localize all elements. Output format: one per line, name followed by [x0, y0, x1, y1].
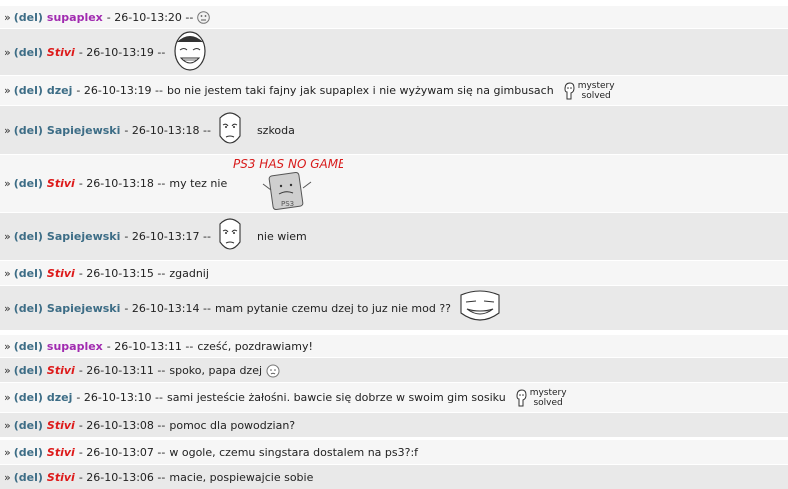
delete-link[interactable]: (del) — [14, 267, 43, 280]
message-text: szkoda — [256, 123, 295, 137]
message-text: macie, pospiewajcie sobie — [169, 470, 314, 484]
neutral-smiley-icon — [197, 10, 211, 24]
row-arrow: » — [4, 123, 11, 137]
chat-row: » (del) Sapiejewski - 26-10-13:17 -- nie… — [0, 213, 788, 260]
troll-face-icon — [457, 289, 503, 328]
row-arrow: » — [4, 177, 11, 190]
message-text: cześć, pozdrawiamy! — [197, 339, 313, 353]
username-link[interactable]: Stivi — [47, 471, 75, 484]
mystery-label: mystery — [577, 80, 615, 91]
chat-row: » (del) Stivi - 26-10-13:11 -- spoko, pa… — [0, 358, 788, 382]
timestamp: - 26-10-13:07 -- — [78, 445, 166, 459]
ps3-has-no-game-icon: PS3 HAS NO GAME PS3 — [231, 154, 346, 213]
delete-link[interactable]: (del) — [14, 177, 43, 190]
mystery-solved-icon: mystery solved — [562, 81, 615, 101]
delete-link[interactable]: (del) — [14, 230, 43, 243]
chat-row: » (del) Stivi - 26-10-13:19 -- — [0, 29, 788, 75]
delete-link[interactable]: (del) — [14, 391, 43, 404]
chat-row: » (del) dzej - 26-10-13:10 -- sami jeste… — [0, 383, 788, 412]
yao-ming-face-icon — [171, 30, 209, 75]
delete-link[interactable]: (del) — [14, 419, 43, 432]
timestamp: - 26-10-13:11 -- — [106, 339, 194, 353]
chat-row: » (del) Stivi - 26-10-13:06 -- macie, po… — [0, 465, 788, 489]
message-text: spoko, papa dzej — [169, 363, 263, 377]
chat-row: » (del) supaplex - 26-10-13:20 -- — [0, 6, 788, 28]
chat-row: » (del) dzej - 26-10-13:19 -- bo nie jes… — [0, 76, 788, 105]
mystery-label: mystery — [529, 387, 567, 398]
username-link[interactable]: dzej — [47, 84, 73, 97]
row-arrow: » — [4, 45, 11, 59]
chat-row: » (del) Stivi - 26-10-13:07 -- w ogole, … — [0, 440, 788, 464]
solved-label: solved — [533, 397, 563, 408]
row-arrow: » — [4, 301, 11, 315]
message-text: nie wiem — [256, 230, 307, 243]
timestamp: - 26-10-13:18 -- — [78, 177, 166, 190]
row-arrow: » — [4, 339, 11, 353]
delete-link[interactable]: (del) — [14, 302, 43, 315]
chat-row: » (del) supaplex - 26-10-13:11 -- cześć,… — [0, 335, 788, 357]
row-arrow: » — [4, 445, 11, 459]
row-arrow: » — [4, 418, 11, 432]
timestamp: - 26-10-13:20 -- — [106, 10, 194, 24]
username-link[interactable]: dzej — [47, 391, 73, 404]
delete-link[interactable]: (del) — [14, 46, 43, 59]
delete-link[interactable]: (del) — [14, 471, 43, 484]
message-text: bo nie jestem taki fajny jak supaplex i … — [166, 84, 554, 97]
chat-row: » (del) Sapiejewski - 26-10-13:14 -- mam… — [0, 286, 788, 330]
delete-link[interactable]: (del) — [14, 446, 43, 459]
chat-row: » (del) Stivi - 26-10-13:18 -- my tez ni… — [0, 155, 788, 212]
mystery-solved-icon: mystery solved — [514, 388, 567, 408]
delete-link[interactable]: (del) — [14, 364, 43, 377]
row-arrow: » — [4, 266, 11, 280]
timestamp: - 26-10-13:18 -- — [124, 123, 211, 137]
ps3-console-label: PS3 — [281, 200, 294, 208]
timestamp: - 26-10-13:14 -- — [124, 301, 211, 315]
timestamp: - 26-10-13:19 -- — [78, 45, 166, 59]
username-link[interactable]: Stivi — [47, 364, 75, 377]
username-link[interactable]: Stivi — [47, 177, 75, 190]
okay-face-icon — [217, 216, 243, 257]
small-face-icon — [266, 364, 280, 377]
delete-link[interactable]: (del) — [14, 124, 43, 137]
row-arrow: » — [4, 363, 11, 377]
row-arrow: » — [4, 10, 11, 24]
chat-row: » (del) Stivi - 26-10-13:15 -- zgadnij — [0, 261, 788, 285]
username-link[interactable]: Stivi — [47, 267, 75, 280]
ps3-caption: PS3 HAS NO GAME — [233, 157, 343, 171]
timestamp: - 26-10-13:15 -- — [78, 266, 166, 280]
username-link[interactable]: Sapiejewski — [47, 230, 120, 243]
username-link[interactable]: supaplex — [47, 340, 103, 353]
timestamp: - 26-10-13:11 -- — [78, 363, 166, 377]
timestamp: - 26-10-13:10 -- — [76, 391, 163, 404]
row-arrow: » — [4, 84, 11, 97]
chat-row: » (del) Sapiejewski - 26-10-13:18 -- szk… — [0, 106, 788, 154]
username-link[interactable]: supaplex — [47, 11, 103, 24]
okay-face-icon — [217, 110, 243, 151]
username-link[interactable]: Stivi — [47, 446, 75, 459]
message-text: w ogole, czemu singstara dostalem na ps3… — [169, 445, 419, 459]
message-text: mam pytanie czemu dzej to juz nie mod ?? — [214, 301, 452, 315]
delete-link[interactable]: (del) — [14, 84, 43, 97]
delete-link[interactable]: (del) — [14, 11, 43, 24]
timestamp: - 26-10-13:08 -- — [78, 418, 166, 432]
solved-label: solved — [581, 90, 611, 101]
timestamp: - 26-10-13:17 -- — [124, 230, 211, 243]
username-link[interactable]: Sapiejewski — [47, 302, 120, 315]
message-text: zgadnij — [169, 266, 209, 280]
message-text: my tez nie — [169, 177, 228, 190]
row-arrow: » — [4, 470, 11, 484]
timestamp: - 26-10-13:19 -- — [76, 84, 163, 97]
username-link[interactable]: Sapiejewski — [47, 124, 120, 137]
message-text: sami jesteście żałośni. bawcie się dobrz… — [166, 391, 506, 404]
timestamp: - 26-10-13:06 -- — [78, 470, 166, 484]
chat-log: » (del) supaplex - 26-10-13:20 -- » (del… — [0, 0, 788, 489]
row-arrow: » — [4, 391, 11, 404]
delete-link[interactable]: (del) — [14, 340, 43, 353]
username-link[interactable]: Stivi — [47, 419, 75, 432]
row-arrow: » — [4, 230, 11, 243]
message-text: pomoc dla powodzian? — [169, 418, 296, 432]
chat-row: » (del) Stivi - 26-10-13:08 -- pomoc dla… — [0, 413, 788, 437]
username-link[interactable]: Stivi — [47, 46, 75, 59]
